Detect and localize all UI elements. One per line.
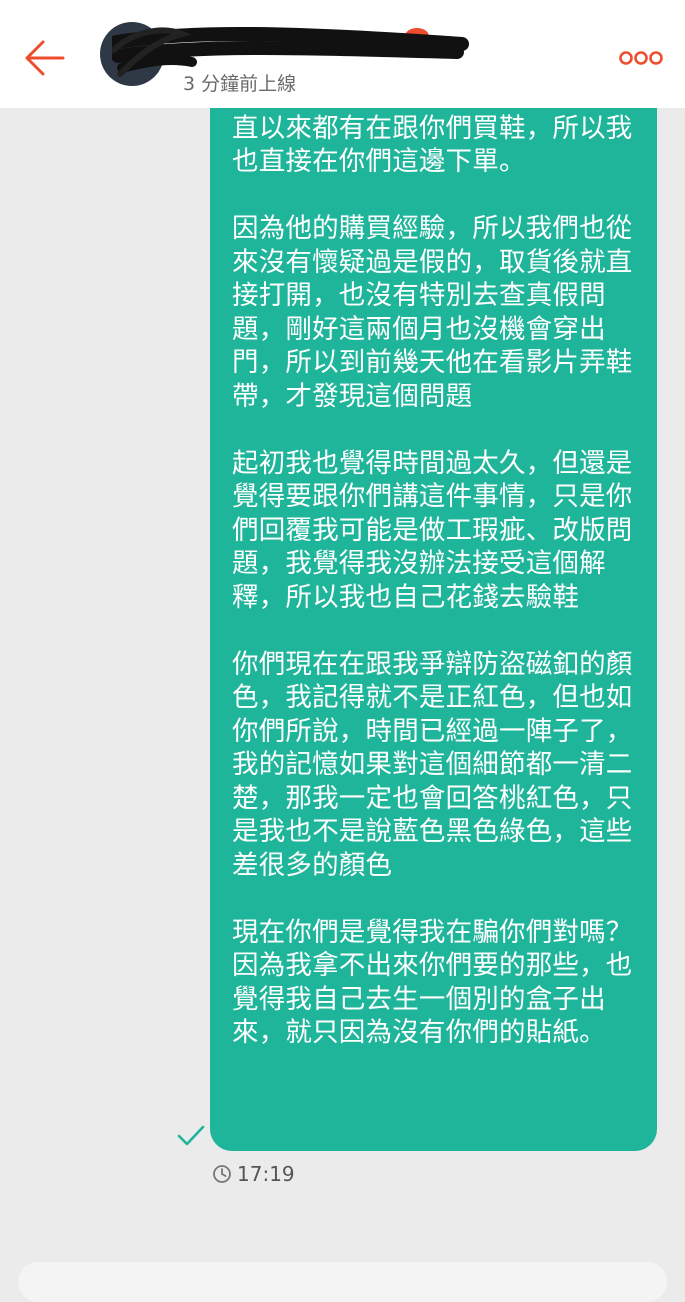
more-button[interactable] bbox=[613, 40, 669, 76]
message-timestamp: 17:19 bbox=[212, 1160, 295, 1188]
more-dots-icon bbox=[619, 51, 663, 65]
chat-header: 3 分鐘前上線 bbox=[0, 0, 685, 108]
message-input-bar[interactable] bbox=[18, 1262, 667, 1302]
time-text: 17:19 bbox=[237, 1162, 295, 1186]
message-bubble[interactable]: 會選擇和你們購買，是因為男友一直以來都有在跟你們買鞋，所以我也直接在你們這邊下單… bbox=[210, 78, 657, 1151]
clock-icon bbox=[213, 1165, 231, 1183]
online-status: 3 分鐘前上線 bbox=[183, 73, 297, 95]
back-button[interactable] bbox=[14, 28, 74, 88]
arrow-left-icon bbox=[25, 40, 65, 76]
message-text: 會選擇和你們購買，是因為男友一直以來都有在跟你們買鞋，所以我也直接在你們這邊下單… bbox=[232, 79, 633, 1048]
check-icon bbox=[177, 1125, 205, 1146]
